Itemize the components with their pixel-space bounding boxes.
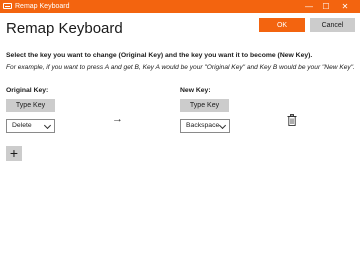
original-key-dropdown[interactable]: Delete <box>6 119 55 133</box>
minimize-button[interactable]: — <box>302 0 316 13</box>
maximize-button[interactable]: ☐ <box>319 0 333 13</box>
title-bar: Remap Keyboard — ☐ ✕ <box>0 0 360 13</box>
arrow-right-icon: → <box>112 113 123 125</box>
new-key-value: Backspace <box>186 122 220 129</box>
add-mapping-button[interactable]: + <box>6 146 22 161</box>
cancel-button[interactable]: Cancel <box>310 18 355 32</box>
plus-icon: + <box>9 145 19 161</box>
new-key-header: New Key: <box>180 87 211 94</box>
keyboard-app-icon <box>3 3 12 9</box>
close-button[interactable]: ✕ <box>338 0 352 13</box>
example-text: For example, if you want to press A and … <box>6 64 355 71</box>
chevron-down-icon <box>43 121 52 130</box>
original-key-header: Original Key: <box>6 87 49 94</box>
instruction-text: Select the key you want to change (Origi… <box>6 52 313 59</box>
chevron-down-icon <box>218 121 227 130</box>
trash-icon[interactable] <box>287 113 297 126</box>
window-title: Remap Keyboard <box>15 3 70 10</box>
original-key-value: Delete <box>12 122 32 129</box>
ok-button[interactable]: OK <box>259 18 305 32</box>
page-title: Remap Keyboard <box>6 20 123 37</box>
new-key-dropdown[interactable]: Backspace <box>180 119 230 133</box>
new-type-key-button[interactable]: Type Key <box>180 99 229 112</box>
original-type-key-button[interactable]: Type Key <box>6 99 55 112</box>
